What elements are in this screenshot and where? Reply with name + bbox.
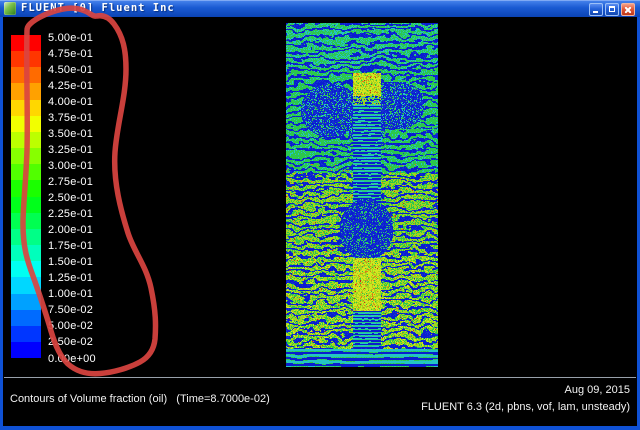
legend-color-segment bbox=[11, 51, 41, 67]
legend-color-segment bbox=[11, 213, 41, 229]
legend-color-segment bbox=[11, 197, 41, 213]
legend-color-segment bbox=[11, 261, 41, 277]
legend-color-segment bbox=[11, 100, 41, 116]
legend-color-segment bbox=[11, 294, 41, 310]
legend-color-segment bbox=[11, 277, 41, 293]
caption-date: Aug 09, 2015 bbox=[565, 384, 630, 396]
legend-color-segment bbox=[11, 326, 41, 342]
minimize-icon bbox=[593, 11, 598, 13]
legend-color-segment bbox=[11, 67, 41, 83]
legend-color-segment bbox=[11, 342, 41, 358]
legend-color-segment bbox=[11, 229, 41, 245]
legend-color-segment bbox=[11, 310, 41, 326]
maximize-button[interactable] bbox=[605, 3, 619, 16]
minimize-button[interactable] bbox=[589, 3, 603, 16]
legend-color-segment bbox=[11, 245, 41, 261]
fluent-window: FLUENT [0] Fluent Inc 5.00e-014.75e-014.… bbox=[0, 0, 640, 430]
close-button[interactable] bbox=[621, 3, 635, 16]
caption-divider bbox=[4, 377, 636, 378]
legend-color-segment bbox=[11, 180, 41, 196]
maximize-icon bbox=[609, 6, 615, 12]
legend-color-segment bbox=[11, 132, 41, 148]
window-controls bbox=[589, 3, 635, 16]
legend-color-segment bbox=[11, 148, 41, 164]
legend-color-segment bbox=[11, 116, 41, 132]
contour-plot[interactable] bbox=[286, 23, 438, 367]
caption-title: Contours of Volume fraction (oil) (Time=… bbox=[10, 393, 270, 405]
app-icon bbox=[4, 2, 16, 15]
legend-color-segment bbox=[11, 35, 41, 51]
caption-version: FLUENT 6.3 (2d, pbns, vof, lam, unsteady… bbox=[421, 401, 630, 413]
legend-color-segment bbox=[11, 164, 41, 180]
legend-color-segment bbox=[11, 83, 41, 99]
legend-colorbar bbox=[11, 35, 41, 358]
window-title: FLUENT [0] Fluent Inc bbox=[21, 2, 175, 15]
title-bar[interactable]: FLUENT [0] Fluent Inc bbox=[0, 0, 640, 17]
